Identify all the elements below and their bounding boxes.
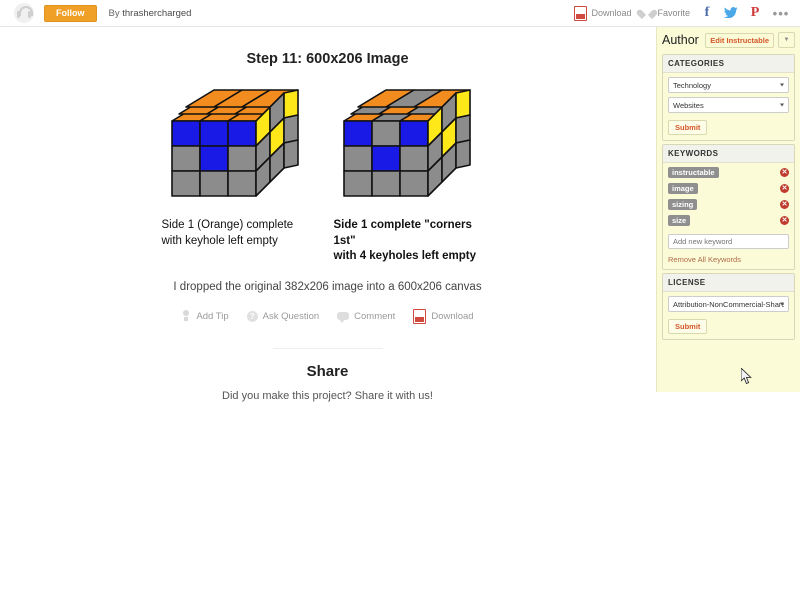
keyword-row: size ✕ [668, 215, 789, 226]
download-step-label: Download [431, 310, 474, 322]
chevron-down-icon[interactable]: ▼ [778, 32, 795, 48]
remove-all-keywords-link[interactable]: Remove All Keywords [668, 255, 789, 264]
download-button[interactable]: Download [574, 5, 632, 21]
step-body-text: I dropped the original 382x206 image int… [173, 280, 482, 293]
twitter-bird-icon [724, 7, 738, 19]
delete-keyword-icon[interactable]: ✕ [780, 216, 789, 225]
chevron-down-icon [780, 103, 784, 107]
cube-caption-right-line1: Side 1 complete "corners 1st" [333, 219, 472, 247]
license-submit-button[interactable]: Submit [668, 319, 708, 334]
author-header-row: Author Edit Instructable ▼ [657, 27, 800, 51]
cube-caption-left-line1: Side 1 (Orange) complete [161, 219, 294, 231]
chevron-down-icon [780, 83, 784, 87]
question-mark-icon: ? [246, 310, 258, 322]
share-subtitle: Did you make this project? Share it with… [222, 389, 433, 402]
byline-prefix: By [108, 7, 123, 19]
keywords-heading: KEYWORDS [663, 145, 794, 163]
byline: By thrashercharged [109, 8, 192, 19]
keyword-row: sizing ✕ [668, 199, 789, 210]
ask-question-label: Ask Question [262, 310, 320, 322]
author-link[interactable]: thrashercharged [122, 8, 191, 19]
author-heading: Author [662, 33, 699, 47]
top-bar: Follow By thrashercharged Download Favor… [0, 0, 800, 27]
keyword-tag[interactable]: size [668, 215, 691, 226]
keywords-panel: KEYWORDS instructable ✕ image ✕ sizing ✕… [662, 144, 795, 270]
comment-button[interactable]: Comment [337, 310, 396, 324]
comment-label: Comment [354, 310, 396, 322]
author-sidebar: Author Edit Instructable ▼ CATEGORIES Te… [656, 27, 800, 392]
license-body: Attribution-NonCommercial-ShareA Submit [663, 292, 794, 339]
category-secondary-select[interactable]: Websites [668, 97, 789, 113]
keyword-row: instructable ✕ [668, 167, 789, 178]
section-divider [272, 347, 383, 349]
license-select[interactable]: Attribution-NonCommercial-ShareA [668, 296, 789, 312]
keyword-tag[interactable]: instructable [668, 167, 719, 178]
main-content: Step 11: 600x206 Image Side 1 (Orange) c… [0, 27, 655, 402]
download-label: Download [591, 8, 632, 18]
cube-figure-left: Side 1 (Orange) complete with keyhole le… [162, 79, 322, 265]
license-panel: LICENSE Attribution-NonCommercial-ShareA… [662, 273, 795, 340]
favorite-label: Favorite [657, 8, 690, 18]
pdf-icon [413, 308, 427, 324]
add-keyword-input[interactable] [668, 234, 789, 249]
keyword-row: image ✕ [668, 183, 789, 194]
categories-body: Technology Websites Submit [663, 73, 794, 140]
keyword-tag[interactable]: image [668, 183, 698, 194]
cube-figure-right: Side 1 complete "corners 1st" with 4 key… [334, 79, 494, 265]
follow-button[interactable]: Follow [44, 4, 97, 22]
download-step-button[interactable]: Download [413, 308, 474, 324]
rubiks-cube-right-image [342, 89, 471, 197]
cube-caption-right: Side 1 complete "corners 1st" with 4 key… [334, 218, 494, 265]
cube-images-row: Side 1 (Orange) complete with keyhole le… [0, 79, 655, 265]
delete-keyword-icon[interactable]: ✕ [780, 200, 789, 209]
chevron-down-icon [780, 302, 784, 306]
heart-icon [641, 8, 653, 19]
avatar-left-shape [17, 11, 20, 18]
add-tip-button[interactable]: Add Tip [181, 310, 229, 322]
cube-caption-left-line2: with keyhole left empty [161, 234, 278, 247]
rubiks-cube-left-image [170, 89, 299, 197]
page-root: Follow By thrashercharged Download Favor… [0, 0, 800, 600]
avatar-right-shape [28, 11, 31, 18]
avatar[interactable] [14, 3, 34, 23]
ask-question-button[interactable]: ? Ask Question [246, 310, 320, 322]
page-title: Step 11: 600x206 Image [246, 51, 409, 67]
delete-keyword-icon[interactable]: ✕ [780, 184, 789, 193]
edit-instructable-button[interactable]: Edit Instructable [705, 32, 774, 48]
top-bar-actions: Download Favorite f P ••• [574, 5, 790, 21]
license-value: Attribution-NonCommercial-ShareA [673, 299, 784, 309]
categories-panel: CATEGORIES Technology Websites Submit [662, 54, 795, 141]
lightbulb-icon [181, 310, 191, 322]
pdf-icon [574, 5, 588, 21]
category-secondary-value: Websites [673, 100, 704, 110]
twitter-icon[interactable] [724, 6, 738, 20]
keywords-body: instructable ✕ image ✕ sizing ✕ size ✕ R… [663, 163, 794, 269]
category-primary-value: Technology [673, 80, 711, 90]
cube-caption-left: Side 1 (Orange) complete with keyhole le… [162, 218, 322, 249]
delete-keyword-icon[interactable]: ✕ [780, 168, 789, 177]
speech-bubble-icon [337, 312, 350, 324]
license-heading: LICENSE [663, 274, 794, 292]
categories-heading: CATEGORIES [663, 55, 794, 73]
more-options-icon[interactable]: ••• [772, 7, 790, 20]
keyword-tag[interactable]: sizing [668, 199, 698, 210]
favorite-button[interactable]: Favorite [641, 8, 690, 19]
cube-caption-right-line2: with 4 keyholes left empty [333, 250, 477, 263]
facebook-icon[interactable]: f [700, 6, 714, 20]
pinterest-icon[interactable]: P [748, 6, 762, 20]
add-tip-label: Add Tip [196, 310, 229, 322]
step-action-row: Add Tip ? Ask Question Comment Download [0, 308, 655, 324]
share-heading: Share [306, 362, 349, 380]
category-primary-select[interactable]: Technology [668, 77, 789, 93]
categories-submit-button[interactable]: Submit [668, 120, 708, 135]
